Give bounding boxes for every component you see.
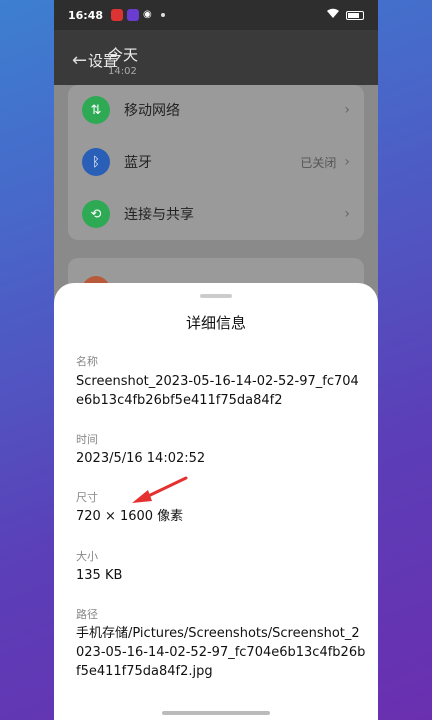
details-bottom-sheet: 详细信息 名称 Screenshot_2023-05-16-14-02-52-9… (54, 283, 378, 720)
wechat-icon: ◉ (143, 9, 152, 20)
chevron-right-icon: › (344, 154, 350, 170)
setting-item-connection-sharing[interactable]: ⟲ 连接与共享 › (68, 189, 364, 239)
filesize-value: 135 KB (76, 568, 123, 583)
mobile-data-icon: ⇅ (82, 96, 110, 124)
setting-value: 已关闭 (300, 155, 337, 170)
setting-label: 连接与共享 (124, 207, 194, 223)
setting-item-mobile-network[interactable]: ⇅ 移动网络 › (68, 85, 364, 135)
dimensions-value: 720 × 1600 像素 (76, 509, 184, 524)
dimensions-label: 尺寸 (76, 491, 98, 504)
filesize-label: 大小 (76, 550, 98, 563)
time-value: 2023/5/16 14:02:52 (76, 451, 206, 466)
share-icon: ⟲ (82, 200, 110, 228)
chevron-right-icon: › (344, 102, 350, 118)
back-arrow-icon[interactable]: ← (72, 50, 87, 71)
home-indicator (162, 711, 270, 715)
notification-app-icon (127, 9, 140, 21)
app-header: ← 设置 今天 14:02 (54, 30, 378, 85)
annotation-arrow-icon (132, 476, 188, 503)
page-subtitle: 14:02 (108, 66, 137, 77)
path-value: 手机存储/Pictures/Screenshots/Screenshot_202… (76, 626, 366, 679)
sheet-drag-handle[interactable] (200, 294, 232, 298)
bluetooth-icon: ᛒ (82, 148, 110, 176)
page-title: 今天 (108, 46, 139, 64)
setting-item-bluetooth[interactable]: ᛒ 蓝牙 已关闭 › (68, 137, 364, 187)
setting-label: 蓝牙 (124, 155, 152, 171)
path-label: 路径 (76, 608, 98, 621)
name-label: 名称 (76, 355, 98, 368)
battery-icon (346, 10, 364, 20)
name-value: Screenshot_2023-05-16-14-02-52-97_fc704e… (76, 374, 359, 408)
status-time: 16:48 (68, 8, 104, 22)
settings-card: ⇅ 移动网络 › ᛒ 蓝牙 已关闭 › ⟲ 连接与共享 › (68, 85, 364, 240)
notification-app-icon (111, 9, 124, 21)
sheet-title: 详细信息 (185, 314, 246, 332)
wifi-icon (326, 8, 340, 22)
status-bar: 16:48 ◉ (54, 0, 378, 30)
phone-screen: 16:48 ◉ ← 设置 今天 14:02 ⇅ 移动网络 › ᛒ 蓝牙 已关闭 … (54, 0, 378, 720)
more-notifications-icon (161, 13, 166, 17)
chevron-right-icon: › (344, 206, 350, 222)
setting-label: 移动网络 (124, 103, 180, 119)
time-label: 时间 (76, 433, 98, 446)
